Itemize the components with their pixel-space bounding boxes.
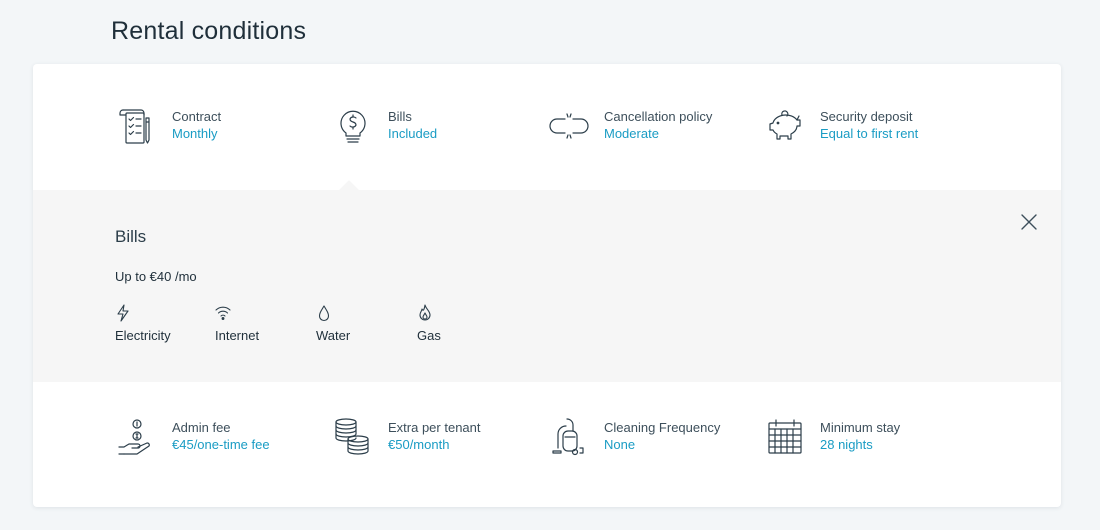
utility-internet: Internet [215, 304, 259, 343]
utility-water: Water [316, 304, 350, 343]
minimum-stay-item: Minimum stay 28 nights [765, 417, 900, 457]
admin-fee-label: Admin fee [172, 420, 231, 435]
broken-link-icon [549, 106, 589, 146]
cleaning-frequency-value: None [604, 437, 636, 452]
wifi-icon [215, 304, 231, 322]
close-button[interactable] [1019, 212, 1039, 232]
close-icon [1021, 214, 1037, 230]
lightning-icon [115, 304, 131, 322]
cleaning-frequency-item: Cleaning Frequency None [549, 417, 720, 457]
minimum-stay-value: 28 nights [820, 437, 873, 452]
minimum-stay-label: Minimum stay [820, 420, 901, 435]
utility-gas: Gas [417, 304, 441, 343]
conditions-bottom-row: Admin fee €45/one-time fee Extra per ten… [33, 382, 1061, 507]
calendar-icon [765, 417, 805, 457]
contract-value: Monthly [172, 126, 218, 141]
security-deposit-label: Security deposit [820, 109, 913, 124]
utility-label: Water [316, 328, 351, 343]
cleaning-frequency-label: Cleaning Frequency [604, 420, 721, 435]
extra-per-tenant-item: Extra per tenant €50/month [333, 417, 481, 457]
piggy-bank-icon [765, 106, 805, 146]
lightbulb-dollar-icon [333, 106, 373, 146]
page-title: Rental conditions [111, 17, 307, 45]
cancellation-policy-value: Moderate [604, 126, 659, 141]
security-deposit-value: Equal to first rent [820, 126, 919, 141]
water-drop-icon [316, 304, 332, 322]
rental-conditions-card: Contract Monthly Bills Included Cancella… [33, 64, 1061, 507]
contract-item: Contract Monthly [117, 106, 221, 146]
admin-fee-item: Admin fee €45/one-time fee [117, 417, 270, 457]
contract-icon [117, 106, 157, 146]
conditions-top-row: Contract Monthly Bills Included Cancella… [33, 64, 1061, 190]
bills-details-panel: Bills Up to €40 /mo Electricity Internet… [33, 180, 1061, 382]
extra-per-tenant-value: €50/month [388, 437, 450, 452]
admin-fee-value: €45/one-time fee [172, 437, 270, 452]
utility-label: Internet [215, 328, 260, 343]
extra-per-tenant-label: Extra per tenant [388, 420, 481, 435]
coin-stack-icon [333, 417, 373, 457]
flame-icon [417, 304, 433, 322]
cancellation-policy-label: Cancellation policy [604, 109, 713, 124]
bills-value: Included [388, 126, 438, 141]
bills-item[interactable]: Bills Included [333, 106, 437, 146]
bills-label: Bills [388, 109, 412, 124]
security-deposit-item: Security deposit Equal to first rent [765, 106, 918, 146]
utility-electricity: Electricity [115, 304, 171, 343]
contract-label: Contract [172, 109, 222, 124]
bills-panel-price: Up to €40 /mo [115, 269, 197, 284]
hand-coin-icon [117, 417, 157, 457]
vacuum-icon [549, 417, 589, 457]
cancellation-policy-item: Cancellation policy Moderate [549, 106, 712, 146]
utility-label: Electricity [115, 328, 171, 343]
bills-panel-title: Bills [115, 227, 147, 246]
utility-label: Gas [417, 328, 441, 343]
